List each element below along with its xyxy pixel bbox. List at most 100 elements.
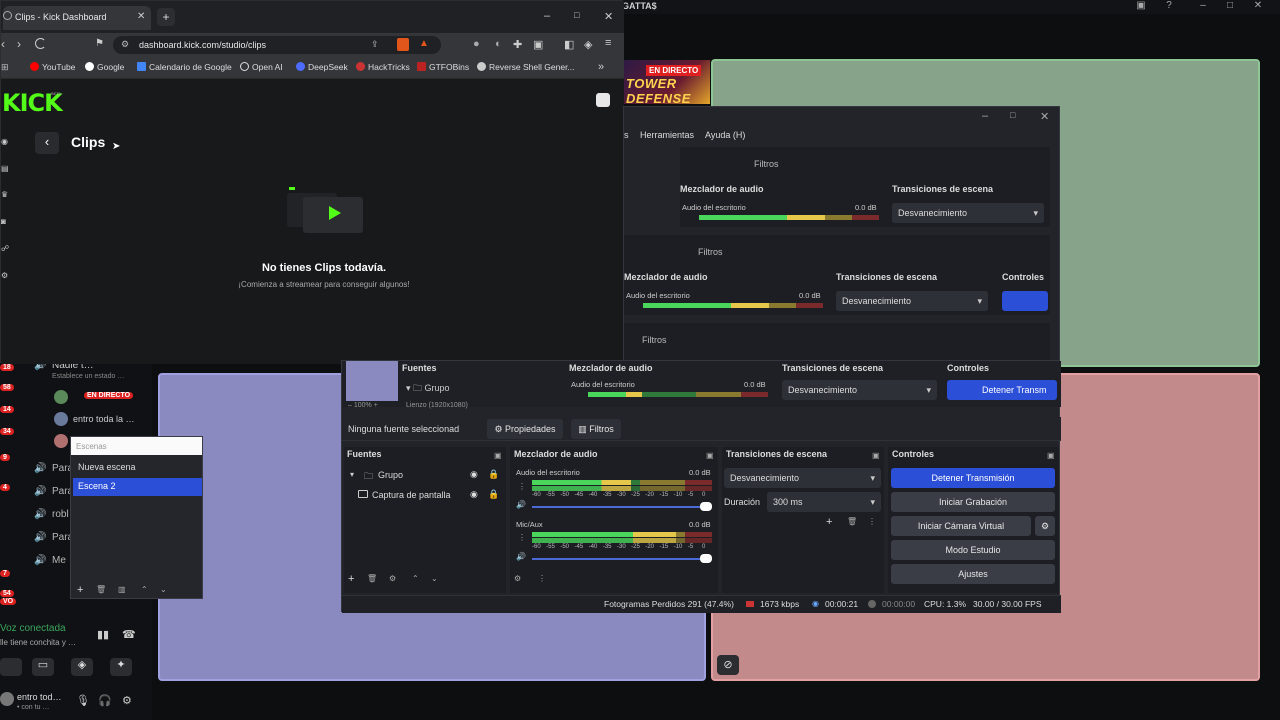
studio-mode-button[interactable]: Modo Estudio: [891, 540, 1055, 560]
lock-icon[interactable]: 🔒: [488, 469, 499, 480]
transition-select[interactable]: Desvanecimiento: [836, 291, 988, 311]
brave-shield-icon[interactable]: [397, 38, 409, 51]
stop-stream-button[interactable]: [1002, 291, 1048, 311]
bookmark-deepseek[interactable]: DeepSeek: [296, 62, 348, 72]
filters-tab[interactable]: Filtros: [686, 242, 723, 262]
address-bar[interactable]: ⚙ dashboard.kick.com/studio/clips ⇪ ▲: [113, 36, 441, 54]
duration-input[interactable]: 300 ms: [767, 492, 881, 512]
remove-source-icon[interactable]: 🗑: [367, 574, 377, 584]
soundboard-icon[interactable]: ✦: [110, 658, 132, 676]
extension-icon[interactable]: ◐: [495, 38, 502, 50]
close-icon[interactable]: ✕: [1040, 110, 1049, 123]
add-scene-icon[interactable]: +: [77, 584, 87, 596]
clips-icon[interactable]: ◙: [1, 217, 11, 227]
remove-scene-icon[interactable]: 🗑: [96, 585, 106, 595]
lock-icon[interactable]: 🔒: [488, 489, 499, 500]
community-icon[interactable]: ☍: [1, 244, 11, 254]
add-transition-icon[interactable]: +: [826, 516, 836, 528]
media-icon[interactable]: ▣: [533, 38, 543, 51]
move-up-icon[interactable]: ⌃: [141, 585, 151, 595]
move-down-icon[interactable]: ⌄: [160, 585, 170, 595]
source-properties-icon[interactable]: ⚙: [389, 574, 399, 584]
help-icon[interactable]: ?: [1162, 0, 1176, 12]
zoom-level[interactable]: – 100% +: [348, 402, 378, 409]
bookmark-hacktricks[interactable]: HackTricks: [356, 62, 410, 72]
stream-icon[interactable]: ◉: [1, 137, 11, 147]
forward-icon[interactable]: ›: [17, 37, 21, 51]
more-bookmarks-icon[interactable]: »: [598, 61, 604, 73]
menu-item[interactable]: s: [624, 130, 629, 140]
visibility-eye-icon[interactable]: ◉: [470, 489, 478, 500]
maximize-icon[interactable]: □: [574, 10, 579, 20]
start-recording-button[interactable]: Iniciar Grabación: [891, 492, 1055, 512]
microphone-icon[interactable]: 🎙: [76, 694, 90, 707]
menu-tools[interactable]: Herramientas: [640, 130, 694, 140]
volume-icon[interactable]: 🔊: [516, 500, 526, 510]
stop-stream-button[interactable]: Detener Transm: [947, 380, 1057, 400]
properties-button[interactable]: ⚙ Propiedades: [487, 419, 563, 439]
user-avatar[interactable]: [0, 692, 14, 706]
channel-menu-icon[interactable]: ⋮: [518, 482, 528, 492]
source-item-screen-capture[interactable]: Captura de pantalla ◉ 🔒: [348, 487, 502, 505]
extension-icon[interactable]: ●: [473, 38, 480, 50]
member-name[interactable]: entro toda la …: [73, 414, 135, 424]
volume-slider[interactable]: [532, 506, 710, 508]
menu-icon[interactable]: ≡: [605, 37, 611, 49]
start-virtual-camera-button[interactable]: Iniciar Cámara Virtual: [891, 516, 1031, 536]
dock-undock-icon[interactable]: ▣: [872, 451, 882, 461]
mixer-menu-icon[interactable]: ⋮: [538, 574, 548, 584]
tab-close-icon[interactable]: ✕: [137, 11, 145, 22]
volume-slider[interactable]: [532, 558, 710, 560]
source-item-group[interactable]: ▾ 🗀 Grupo ◉ 🔒: [348, 467, 502, 485]
move-down-icon[interactable]: ⌄: [431, 574, 441, 584]
canvas-size[interactable]: Lienzo (1920x1080): [406, 402, 468, 409]
noise-suppression-icon[interactable]: ▮▮: [97, 628, 109, 641]
bookmark-gtfobins[interactable]: GTFOBins: [417, 62, 469, 72]
dock-undock-icon[interactable]: ▣: [706, 451, 716, 461]
transition-menu-icon[interactable]: ⋮: [868, 517, 878, 527]
inbox-icon[interactable]: ▣: [1134, 0, 1148, 12]
bookmark-openai[interactable]: Open AI: [240, 62, 283, 72]
transition-select[interactable]: Desvanecimiento: [724, 468, 881, 488]
bookmark-google[interactable]: Google: [85, 62, 124, 72]
transition-select[interactable]: Desvanecimiento: [782, 380, 937, 400]
close-icon[interactable]: ✕: [1251, 0, 1265, 12]
stream-preview-thumbnail[interactable]: EN DIRECTO TOWER DEFENSE: [622, 60, 710, 104]
user-name[interactable]: entro tod…: [17, 692, 62, 702]
group-row[interactable]: ▾ 🗀 Grupo: [406, 381, 450, 397]
channel-menu-icon[interactable]: ⋮: [518, 533, 528, 543]
volume-slider-handle[interactable]: [700, 554, 712, 563]
filters-tab[interactable]: Filtros: [630, 330, 667, 350]
settings-button[interactable]: Ajustes: [891, 564, 1055, 584]
expand-icon[interactable]: ▾: [350, 470, 354, 479]
move-up-icon[interactable]: ⌃: [412, 574, 422, 584]
screen-share-icon[interactable]: ▭: [32, 658, 54, 676]
bookmark-calendar[interactable]: Calendario de Google: [137, 62, 232, 72]
dock-undock-icon[interactable]: ▣: [1047, 451, 1057, 461]
vpn-icon[interactable]: ◈: [584, 38, 592, 51]
camera-button[interactable]: [0, 658, 22, 676]
minimize-icon[interactable]: –: [544, 10, 550, 22]
back-button[interactable]: ‹: [35, 132, 59, 154]
dock-undock-icon[interactable]: ▣: [494, 451, 504, 461]
activity-icon[interactable]: ◈: [71, 658, 93, 676]
new-tab-icon[interactable]: +: [157, 8, 175, 26]
stop-streaming-button[interactable]: Detener Transmisión: [891, 468, 1055, 488]
tile-control-icon[interactable]: ⊘: [717, 655, 739, 675]
bookmark-youtube[interactable]: YouTube: [30, 62, 75, 72]
transition-select[interactable]: Desvanecimiento: [892, 203, 1044, 223]
remove-transition-icon[interactable]: 🗑: [847, 517, 857, 527]
headphones-icon[interactable]: 🎧: [98, 694, 112, 707]
profile-avatar-icon[interactable]: [596, 93, 610, 107]
disconnect-icon[interactable]: ☎: [122, 628, 136, 641]
advanced-audio-icon[interactable]: ⚙: [514, 574, 524, 584]
reload-icon[interactable]: [35, 38, 46, 49]
visibility-eye-icon[interactable]: ◉: [470, 469, 478, 480]
apps-icon[interactable]: ⊞: [1, 62, 9, 73]
volume-icon[interactable]: 🔊: [516, 552, 526, 562]
filters-button[interactable]: ▥ Filtros: [571, 419, 621, 439]
filters-tab[interactable]: Filtros: [742, 154, 779, 174]
bookmark-reverse-shell[interactable]: Reverse Shell Gener...: [477, 62, 575, 72]
tab-clips[interactable]: Clips - Kick Dashboard ✕: [3, 6, 151, 30]
volume-slider-handle[interactable]: [700, 502, 712, 511]
